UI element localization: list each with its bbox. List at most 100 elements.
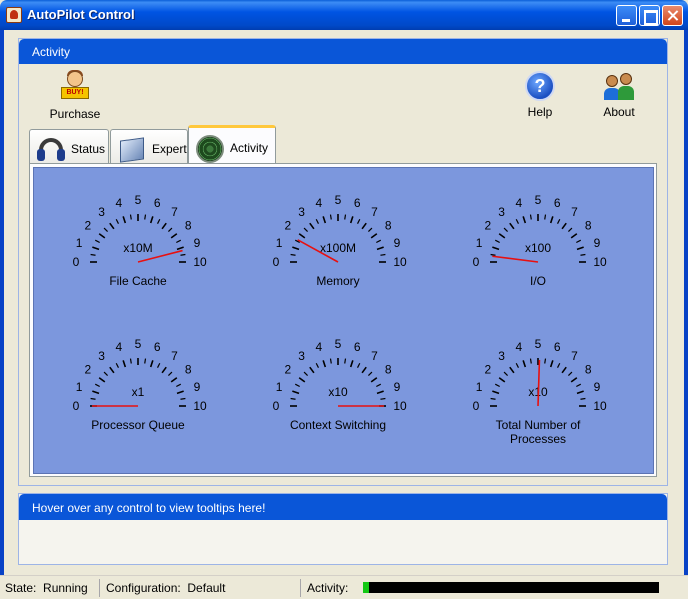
status-activity: Activity: [303, 579, 683, 597]
activity-label: Activity: [307, 581, 349, 595]
gauge-tick [292, 246, 300, 251]
gauge-tick [376, 246, 384, 251]
gauge-scale-label: 10 [193, 399, 207, 413]
gauge[interactable]: 0 1234 5 6789 10 x100M Memory [273, 193, 407, 288]
gauge-scale-label: 1 [276, 236, 283, 250]
window-border-right [684, 30, 688, 599]
gauge-tick [129, 214, 132, 220]
gauge-tick [515, 218, 520, 224]
gauge[interactable]: 0 1234 5 6789 10 x10 Context Switching [273, 337, 407, 432]
gauge-tick [315, 218, 320, 224]
maximize-button[interactable] [639, 5, 660, 26]
help-label: Help [527, 105, 553, 119]
gauge-tick [522, 360, 527, 368]
gauge-scale-label: 4 [515, 196, 522, 210]
gauge-label: Processor Queue [91, 418, 185, 432]
gauge-scale-label: 6 [354, 196, 361, 210]
gauge-scale-label: 6 [154, 340, 161, 354]
gauge-scale-label: 4 [115, 340, 122, 354]
gauge-tick [549, 216, 554, 224]
gauge-scale-label: 3 [298, 205, 305, 219]
gauge-tick [556, 218, 561, 224]
gauge-tick [503, 227, 509, 233]
gauge-scale-label: 3 [98, 205, 105, 219]
gauge-tick [576, 239, 582, 244]
gauge-tick [376, 383, 382, 388]
gauge-tick [556, 362, 561, 368]
gauge-tick [298, 233, 306, 239]
status-bar: State: Running Configuration: Default Ac… [0, 575, 688, 599]
gauge-tick [180, 253, 186, 256]
gauge-tick [176, 246, 184, 251]
gauge-tick [176, 390, 184, 395]
gauge-scale-label: 8 [385, 219, 392, 233]
gauge-tick [490, 397, 496, 400]
gauge-scale-label: 5 [135, 337, 142, 351]
gauge-tick [294, 383, 300, 388]
gauge-tick [349, 360, 354, 368]
gauge-tick [176, 383, 182, 388]
gauge-tick [367, 371, 373, 377]
window-title: AutoPilot Control [27, 7, 135, 22]
about-label: About [603, 105, 635, 119]
gauge[interactable]: 012345678910x10Total Number ofProcesses [473, 337, 607, 446]
gauge-scale-label: 8 [585, 363, 592, 377]
gauge-tick [115, 218, 120, 224]
activity-panel-header: Activity [19, 39, 667, 64]
tab-activity[interactable]: Activity [188, 125, 276, 163]
gauge-tick [109, 366, 115, 374]
gauge-scale-label: 4 [515, 340, 522, 354]
gauge-scale-label: 6 [554, 196, 561, 210]
gauge-scale-label: 0 [73, 399, 80, 413]
gauge-multiplier: x1 [132, 385, 145, 399]
gauge-scale-label: 10 [393, 399, 407, 413]
gauge-tick [492, 390, 500, 395]
gauge-tick [92, 390, 100, 395]
gauge-tick [498, 377, 506, 383]
gauge-scale-label: 7 [171, 205, 178, 219]
gauge-tick [570, 233, 578, 239]
title-bar[interactable]: AutoPilot Control [0, 0, 688, 30]
purchase-icon: BUY! [58, 69, 92, 103]
gauge-scale-label: 1 [476, 380, 483, 394]
gauge-scale-label: 1 [276, 380, 283, 394]
help-button[interactable]: ? Help [522, 71, 558, 119]
gauge-tick [303, 227, 309, 233]
gauge-tick [494, 383, 500, 388]
gauge-tick [167, 227, 173, 233]
gauge-tick [122, 216, 127, 224]
radar-icon [195, 134, 225, 163]
gauge-tick [170, 377, 178, 383]
gauge-scale-label: 1 [476, 236, 483, 250]
tab-status[interactable]: Status [29, 129, 109, 163]
purchase-label: Purchase [49, 107, 101, 121]
gauge-tick [503, 371, 509, 377]
gauge-scale-label: 2 [284, 363, 291, 377]
close-button[interactable] [662, 5, 683, 26]
gauge-tick [149, 360, 154, 368]
gauge-scale-label: 4 [115, 196, 122, 210]
purchase-button[interactable]: BUY! Purchase [49, 69, 101, 121]
gauge-multiplier: x10M [123, 241, 152, 255]
tab-expert[interactable]: Expert [110, 129, 188, 163]
gauge-tick [561, 222, 567, 230]
gauge[interactable]: 0 1234 5 6789 10 x100 I/O [473, 193, 607, 288]
gauge-tick [349, 216, 354, 224]
gauge[interactable]: 0 1234 5 6789 10 x1 Processor Queue [73, 337, 207, 432]
gauge-scale-label: 3 [498, 205, 505, 219]
buy-sign: BUY! [61, 87, 89, 99]
gauge[interactable]: 0 1234 5 6789 10 x10M File Cache [73, 193, 207, 288]
app-icon[interactable] [6, 7, 22, 23]
gauge-scale-label: 0 [273, 399, 280, 413]
gauge-scale-label: 3 [98, 349, 105, 363]
gauge-scale-label: 5 [135, 193, 142, 207]
gauge-multiplier: x10 [328, 385, 348, 399]
about-button[interactable]: About [599, 71, 639, 119]
gauge-scale-label: 10 [393, 255, 407, 269]
gauge-tick [161, 222, 167, 230]
gauge-scale-label: 0 [273, 255, 280, 269]
gauge-tick [576, 390, 584, 395]
gauge-tick [309, 222, 315, 230]
minimize-button[interactable] [616, 5, 637, 26]
gauge-scale-label: 1 [76, 380, 83, 394]
